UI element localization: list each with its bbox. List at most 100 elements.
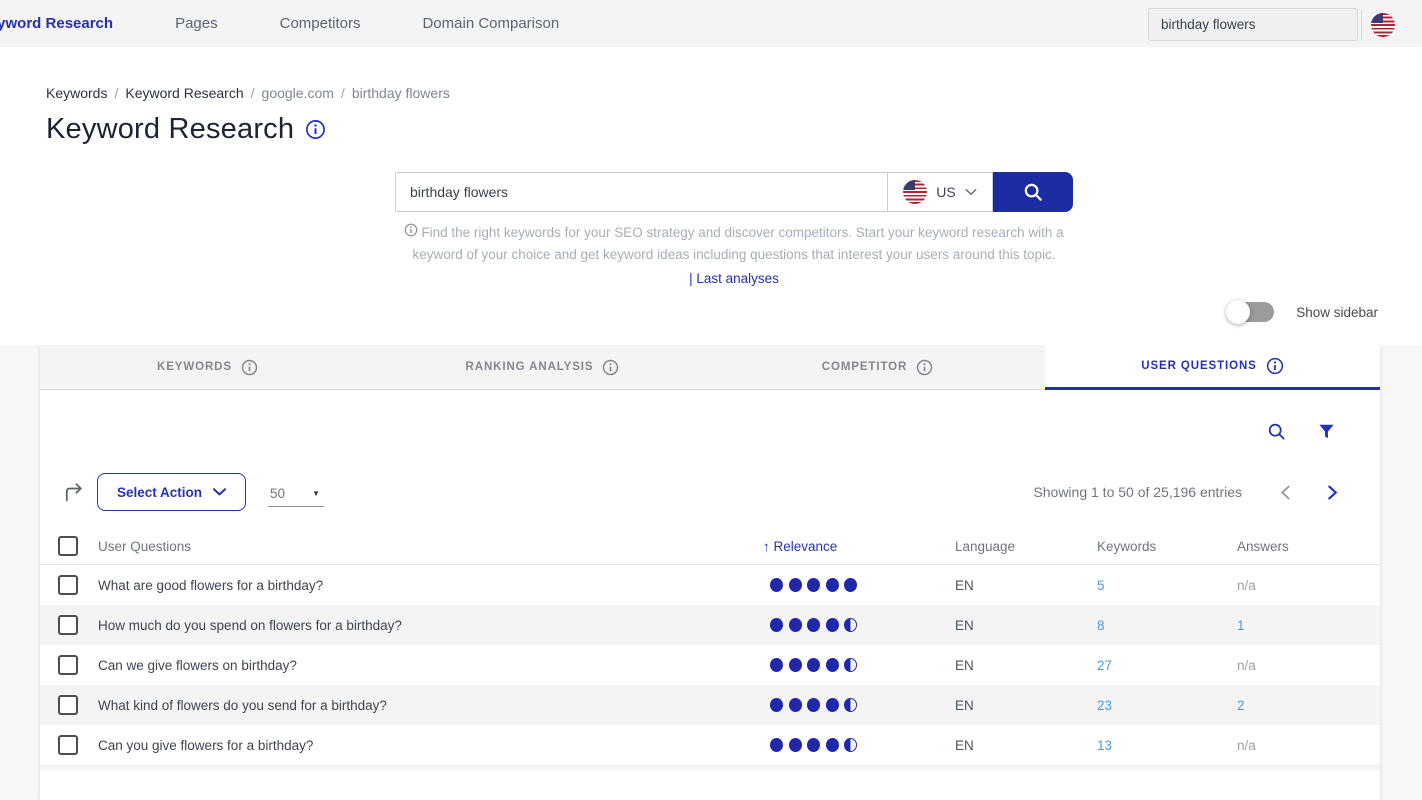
table-body: What are good flowers for a birthday? EN… — [40, 565, 1380, 765]
topnav-search-input[interactable] — [1148, 8, 1358, 41]
tab-user-questions[interactable]: USER QUESTIONS — [1045, 345, 1380, 390]
relevance-dot — [844, 578, 857, 592]
keywords-link[interactable]: 8 — [1097, 618, 1105, 633]
select-all-checkbox[interactable] — [58, 536, 78, 556]
relevance-dot — [807, 618, 820, 632]
toggle-knob — [1226, 300, 1250, 324]
keywords-link[interactable]: 27 — [1097, 658, 1112, 673]
row-checkbox[interactable] — [58, 575, 78, 595]
sort-arrow-up-icon: ↑ — [763, 539, 770, 554]
answers-cell: n/a — [1237, 578, 1380, 593]
table-search-icon[interactable] — [1266, 421, 1287, 442]
us-flag-icon[interactable] — [1371, 13, 1395, 37]
relevance-dot — [770, 738, 783, 752]
caret-down-icon: ▼ — [312, 487, 320, 501]
column-header-answers[interactable]: Answers — [1237, 539, 1380, 554]
breadcrumb-separator: / — [341, 85, 345, 101]
keyword-searchbar: US — [395, 172, 1073, 212]
info-icon[interactable] — [602, 359, 619, 376]
export-icon[interactable] — [62, 481, 85, 504]
top-nav-items: Keyword Research Pages Competitors Domai… — [0, 15, 590, 32]
relevance-dot — [789, 578, 802, 592]
keywords-link[interactable]: 5 — [1097, 578, 1105, 593]
table-row[interactable]: What are good flowers for a birthday? EN… — [40, 565, 1380, 605]
breadcrumb-separator: / — [114, 85, 118, 101]
nav-item-pages[interactable]: Pages — [144, 15, 249, 32]
info-icon[interactable] — [1266, 357, 1284, 375]
next-page-icon[interactable] — [1327, 485, 1338, 500]
country-select[interactable]: US — [887, 172, 993, 212]
column-header-keywords[interactable]: Keywords — [1097, 539, 1237, 554]
language-cell: EN — [955, 658, 1097, 673]
results-panel: KEYWORDS RANKING ANALYSIS COMPETITOR USE… — [40, 345, 1380, 800]
column-header-user-questions[interactable]: User Questions — [98, 539, 763, 554]
relevance-dot — [770, 618, 783, 632]
answers-cell: n/a — [1237, 738, 1380, 753]
relevance-dot — [826, 698, 839, 712]
description-line2: keyword of your choice and get keyword i… — [412, 247, 1055, 262]
show-sidebar-label: Show sidebar — [1296, 305, 1378, 320]
relevance-dot — [789, 738, 802, 752]
table-row[interactable]: Can we give flowers on birthday? EN 27 n… — [40, 645, 1380, 685]
tab-keywords[interactable]: KEYWORDS — [40, 345, 375, 390]
row-checkbox[interactable] — [58, 615, 78, 635]
info-icon[interactable] — [916, 359, 933, 376]
breadcrumb-keywords[interactable]: Keywords — [46, 85, 107, 101]
breadcrumb-keyword[interactable]: birthday flowers — [352, 85, 450, 101]
row-checkbox[interactable] — [58, 735, 78, 755]
column-header-relevance[interactable]: ↑ Relevance — [763, 539, 955, 554]
answers-cell[interactable]: 1 — [1237, 618, 1380, 633]
table-row[interactable]: Can you give flowers for a birthday? EN … — [40, 725, 1380, 765]
tab-label: RANKING ANALYSIS — [466, 361, 594, 373]
relevance-dot — [789, 618, 802, 632]
tab-ranking-analysis[interactable]: RANKING ANALYSIS — [375, 345, 710, 390]
info-icon[interactable] — [241, 359, 258, 376]
chevron-down-icon — [213, 488, 226, 496]
relevance-dot — [826, 578, 839, 592]
answers-cell: n/a — [1237, 658, 1380, 673]
search-button[interactable] — [993, 172, 1073, 212]
keywords-link[interactable]: 13 — [1097, 738, 1112, 753]
row-checkbox[interactable] — [58, 695, 78, 715]
nav-item-domain-comparison[interactable]: Domain Comparison — [391, 15, 590, 32]
relevance-dot — [844, 658, 857, 672]
breadcrumb-domain[interactable]: google.com — [262, 85, 334, 101]
relevance-dot — [844, 698, 857, 712]
top-navbar: Keyword Research Pages Competitors Domai… — [0, 0, 1422, 47]
language-cell: EN — [955, 618, 1097, 633]
select-action-button[interactable]: Select Action — [97, 473, 246, 511]
relevance-dot — [807, 698, 820, 712]
last-analyses-link[interactable]: | Last analyses — [689, 271, 779, 286]
question-text: What kind of flowers do you send for a b… — [98, 698, 763, 713]
chevron-down-icon — [965, 188, 977, 196]
page-size-select[interactable]: 50 ▼ — [268, 477, 324, 507]
nav-item-keyword-research[interactable]: Keyword Research — [0, 15, 144, 32]
language-cell: EN — [955, 738, 1097, 753]
keyword-input[interactable] — [395, 172, 887, 212]
filter-icon[interactable] — [1317, 422, 1336, 441]
relevance-dot — [826, 658, 839, 672]
table-row[interactable]: How much do you spend on flowers for a b… — [40, 605, 1380, 645]
question-text: Can you give flowers for a birthday? — [98, 738, 763, 753]
relevance-dot — [789, 658, 802, 672]
question-text: How much do you spend on flowers for a b… — [98, 618, 763, 633]
breadcrumb-keyword-research[interactable]: Keyword Research — [125, 85, 243, 101]
panel-band: KEYWORDS RANKING ANALYSIS COMPETITOR USE… — [0, 345, 1422, 800]
title-info-icon[interactable] — [305, 119, 326, 140]
table-row[interactable]: What kind of flowers do you send for a b… — [40, 685, 1380, 725]
relevance-dot — [826, 738, 839, 752]
language-cell: EN — [955, 698, 1097, 713]
relevance-dot — [844, 738, 857, 752]
previous-page-icon[interactable] — [1280, 485, 1291, 500]
show-sidebar-toggle[interactable] — [1228, 302, 1274, 322]
relevance-dot — [770, 578, 783, 592]
entries-summary: Showing 1 to 50 of 25,196 entries — [1033, 484, 1242, 500]
answers-cell[interactable]: 2 — [1237, 698, 1380, 713]
country-code: US — [936, 184, 955, 200]
nav-item-competitors[interactable]: Competitors — [249, 15, 392, 32]
keywords-link[interactable]: 23 — [1097, 698, 1112, 713]
row-checkbox[interactable] — [58, 655, 78, 675]
tab-competitor[interactable]: COMPETITOR — [710, 345, 1045, 390]
relevance-dots — [770, 578, 955, 592]
column-header-language[interactable]: Language — [955, 539, 1097, 554]
